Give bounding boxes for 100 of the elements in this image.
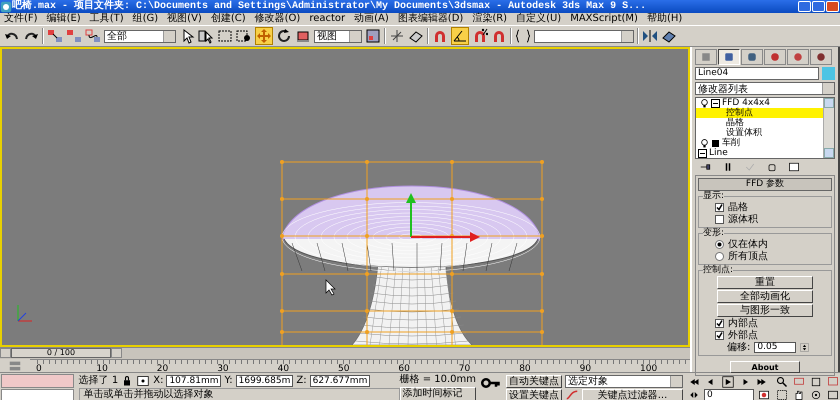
- spinner-icon[interactable]: [800, 342, 810, 353]
- panel-tab[interactable]: [810, 49, 832, 65]
- menu-item[interactable]: 编辑(E): [46, 13, 81, 25]
- zoom-extents-icon[interactable]: [809, 376, 823, 388]
- configure-sets-icon[interactable]: [787, 161, 801, 173]
- maxscript-listener-field[interactable]: [1, 374, 74, 388]
- menu-item[interactable]: 创建(C): [210, 13, 246, 25]
- orbit-icon[interactable]: [809, 388, 823, 400]
- time-slider-track[interactable]: 0 / 100: [0, 347, 690, 359]
- bind-icon[interactable]: [85, 28, 101, 44]
- zoom-all-icon[interactable]: [792, 376, 806, 388]
- reference-coordinate-dropdown[interactable]: 视图: [314, 30, 362, 42]
- coordinate-label: Y:: [224, 374, 233, 386]
- absolute-mode-icon[interactable]: [136, 374, 150, 386]
- key-mode-dropdown[interactable]: 选定对象: [565, 374, 683, 388]
- frame-number: 80: [519, 365, 531, 374]
- panel-button[interactable]: 全部动画化: [717, 290, 813, 303]
- offset-field[interactable]: 0.05: [754, 342, 796, 353]
- menu-item[interactable]: reactor: [309, 13, 346, 25]
- stack-item[interactable]: 晶格: [696, 118, 823, 128]
- y-coordinate-field[interactable]: 1699.685m: [236, 374, 294, 386]
- menu-item[interactable]: MAXScript(M): [570, 13, 638, 25]
- panel-tab[interactable]: [741, 49, 763, 65]
- edit-named-selection-icon[interactable]: [515, 28, 531, 44]
- maximize-button[interactable]: [812, 1, 825, 12]
- stack-item[interactable]: FFD 4x4x4: [696, 98, 823, 108]
- selection-count: 选择了 1: [78, 374, 118, 386]
- window-crossing-icon[interactable]: [236, 28, 252, 44]
- light-bulb-icon[interactable]: [700, 98, 709, 108]
- coordinate-label: X:: [153, 374, 164, 386]
- percent-snap-icon[interactable]: [472, 28, 488, 44]
- menu-item[interactable]: 渲染(R): [472, 13, 508, 25]
- maximize-viewport-icon[interactable]: [826, 388, 840, 400]
- selection-region-icon[interactable]: [217, 28, 233, 44]
- frame-number: 90: [580, 365, 592, 374]
- checkbox[interactable]: [715, 203, 724, 212]
- checkbox[interactable]: [715, 215, 724, 224]
- group-title: 控制点:: [703, 265, 734, 275]
- stack-item[interactable]: Line: [696, 148, 823, 158]
- set-key-button[interactable]: 设置关键点: [506, 388, 562, 400]
- menu-item[interactable]: 修改器(O): [254, 13, 300, 25]
- stack-item[interactable]: 控制点: [696, 108, 823, 118]
- z-coordinate-field[interactable]: 627.677mm: [310, 374, 370, 386]
- play-icon[interactable]: [721, 376, 735, 388]
- menu-item[interactable]: 组(G): [132, 13, 158, 25]
- menu-item[interactable]: 文件(F): [4, 13, 38, 25]
- modifier-list-dropdown[interactable]: 修改器列表: [695, 82, 835, 95]
- panel-button[interactable]: 重置: [717, 276, 813, 289]
- region-zoom-icon[interactable]: [775, 388, 789, 400]
- current-frame-field[interactable]: 0: [704, 388, 754, 400]
- square-icon[interactable]: [711, 138, 720, 148]
- viewport[interactable]: [0, 47, 690, 347]
- named-selection-field[interactable]: [534, 30, 634, 42]
- menu-item[interactable]: 帮助(H): [646, 13, 682, 25]
- panel-tab[interactable]: [718, 49, 740, 65]
- minimize-button[interactable]: [798, 1, 811, 12]
- stack-item[interactable]: 车削: [696, 138, 823, 148]
- frame-number: 70: [458, 365, 470, 374]
- menu-item[interactable]: 图表编辑器(D): [398, 13, 464, 25]
- link-icon[interactable]: [47, 28, 63, 44]
- x-coordinate-field[interactable]: 107.81mm: [166, 374, 222, 386]
- checkbox[interactable]: [715, 319, 724, 328]
- close-button[interactable]: [826, 1, 839, 12]
- checkbox-label: 外部点: [728, 330, 758, 341]
- frame-number: 60: [398, 365, 410, 374]
- radio-button[interactable]: [715, 252, 724, 261]
- checkbox[interactable]: [715, 331, 724, 340]
- zoom-icon[interactable]: [775, 376, 789, 388]
- timeline-ruler[interactable]: 0 10 20 30 40 50 60 70 80 90 100: [30, 359, 690, 374]
- scrollbar[interactable]: [823, 98, 834, 158]
- menu-item[interactable]: 视图(V): [167, 13, 202, 25]
- maxscript-listener-field[interactable]: [1, 388, 74, 400]
- rotate-icon[interactable]: [276, 28, 292, 44]
- angle-snap-icon[interactable]: [452, 28, 468, 44]
- key-filters-button[interactable]: 关键点过滤器...: [582, 388, 683, 400]
- about-button[interactable]: About: [730, 361, 800, 373]
- radio-button[interactable]: [715, 240, 724, 249]
- time-configuration-icon[interactable]: [757, 388, 771, 400]
- rollout-header[interactable]: FFD 参数: [698, 178, 832, 191]
- menu-item[interactable]: 动画(A): [354, 13, 389, 25]
- object-name-field[interactable]: Line04: [695, 67, 819, 80]
- stack-item[interactable]: 设置体积: [696, 128, 823, 138]
- collapse-icon[interactable]: [698, 148, 707, 158]
- mirror-icon[interactable]: [642, 28, 658, 44]
- axis-constraint-icon[interactable]: [389, 28, 405, 44]
- collapse-icon[interactable]: [711, 98, 720, 108]
- app-icon[interactable]: [0, 0, 12, 12]
- add-time-tag-button[interactable]: 添加时间标记: [400, 387, 476, 400]
- auto-key-button[interactable]: 自动关键点: [506, 374, 562, 388]
- pivot-icon[interactable]: [365, 28, 381, 44]
- menu-item[interactable]: 自定义(U): [516, 13, 562, 25]
- key-tangent-icon[interactable]: [565, 389, 579, 400]
- frame-number: 30: [217, 365, 229, 374]
- color-swatch[interactable]: [822, 67, 835, 80]
- panel-button[interactable]: 与图形一致: [717, 304, 813, 317]
- select-by-name-icon[interactable]: [198, 28, 214, 44]
- prompt-text: 单击或单击并拖动以选择对象: [78, 388, 400, 400]
- light-bulb-icon[interactable]: [700, 138, 709, 148]
- menu-item[interactable]: 工具(T): [90, 13, 124, 25]
- selection-filter-dropdown[interactable]: 全部: [104, 30, 176, 42]
